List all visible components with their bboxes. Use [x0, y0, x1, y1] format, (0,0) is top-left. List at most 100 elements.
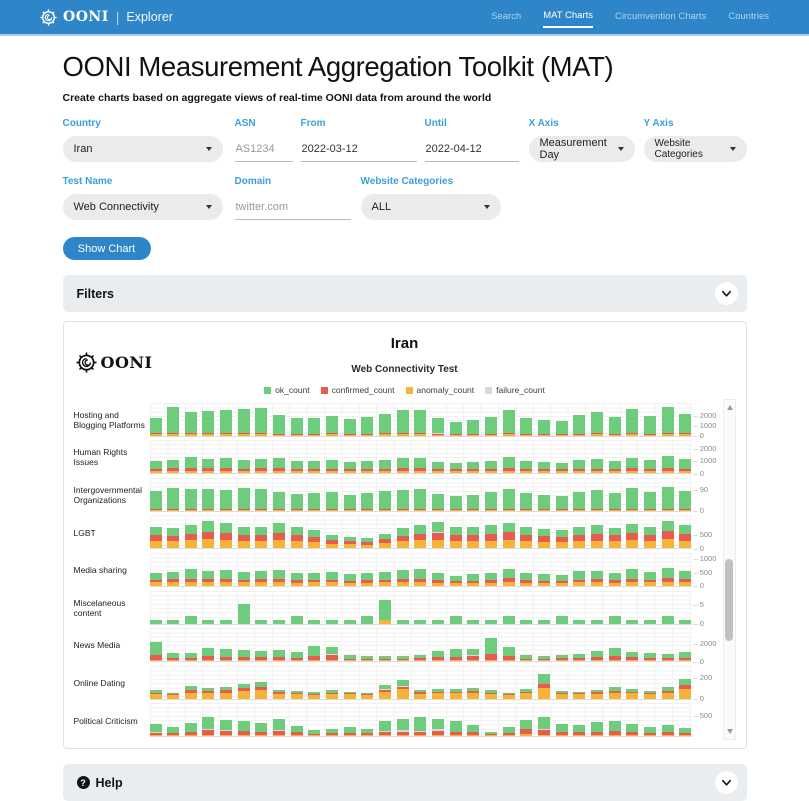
stacked-bar[interactable]	[644, 653, 656, 661]
stacked-bar[interactable]	[273, 570, 285, 586]
stacked-bar[interactable]	[308, 461, 320, 474]
website-categories-select[interactable]: ALL	[361, 194, 501, 220]
stacked-bar[interactable]	[238, 488, 250, 510]
stacked-bar[interactable]	[344, 462, 356, 473]
stacked-bar[interactable]	[202, 620, 214, 624]
stacked-bar[interactable]	[414, 458, 426, 473]
stacked-bar[interactable]	[591, 490, 603, 510]
stacked-bar[interactable]	[238, 527, 250, 549]
stacked-bar[interactable]	[326, 690, 338, 698]
stacked-bar[interactable]	[626, 569, 638, 586]
stacked-bar[interactable]	[591, 525, 603, 548]
stacked-bar[interactable]	[679, 525, 691, 548]
chart-row-plot[interactable]	[150, 478, 692, 512]
stacked-bar[interactable]	[273, 719, 285, 737]
stacked-bar[interactable]	[432, 689, 444, 699]
stacked-bar[interactable]	[538, 529, 550, 548]
help-collapse-header[interactable]: ? Help	[63, 764, 747, 801]
stacked-bar[interactable]	[485, 620, 497, 624]
stacked-bar[interactable]	[573, 725, 585, 737]
stacked-bar[interactable]	[202, 411, 214, 435]
stacked-bar[interactable]	[538, 717, 550, 736]
stacked-bar[interactable]	[644, 492, 656, 510]
stacked-bar[interactable]	[485, 461, 497, 473]
stacked-bar[interactable]	[626, 524, 638, 548]
stacked-bar[interactable]	[414, 569, 426, 586]
stacked-bar[interactable]	[379, 534, 391, 549]
stacked-bar[interactable]	[167, 572, 179, 586]
stacked-bar[interactable]	[150, 724, 162, 736]
stacked-bar[interactable]	[167, 528, 179, 548]
stacked-bar[interactable]	[485, 732, 497, 737]
y-axis-select[interactable]: Website Categories	[644, 136, 747, 162]
stacked-bar[interactable]	[644, 727, 656, 736]
stacked-bar[interactable]	[503, 727, 515, 736]
stacked-bar[interactable]	[609, 493, 621, 510]
stacked-bar[interactable]	[414, 717, 426, 736]
stacked-bar[interactable]	[573, 415, 585, 436]
stacked-bar[interactable]	[185, 723, 197, 736]
stacked-bar[interactable]	[432, 719, 444, 736]
scroll-up-arrow-icon[interactable]	[727, 405, 733, 410]
stacked-bar[interactable]	[520, 573, 532, 586]
stacked-bar[interactable]	[255, 527, 267, 548]
stacked-bar[interactable]	[467, 620, 479, 624]
stacked-bar[interactable]	[609, 648, 621, 661]
stacked-bar[interactable]	[432, 494, 444, 511]
stacked-bar[interactable]	[573, 654, 585, 661]
stacked-bar[interactable]	[538, 620, 550, 624]
stacked-bar[interactable]	[344, 574, 356, 586]
stacked-bar[interactable]	[662, 456, 674, 473]
stacked-bar[interactable]	[450, 527, 462, 548]
chart-row-plot[interactable]	[150, 403, 692, 437]
stacked-bar[interactable]	[609, 461, 621, 473]
stacked-bar[interactable]	[291, 461, 303, 473]
asn-input[interactable]	[235, 136, 293, 162]
stacked-bar[interactable]	[662, 407, 674, 435]
stacked-bar[interactable]	[573, 460, 585, 473]
stacked-bar[interactable]	[520, 689, 532, 699]
stacked-bar[interactable]	[238, 572, 250, 586]
stacked-bar[interactable]	[308, 646, 320, 661]
stacked-bar[interactable]	[520, 655, 532, 661]
stacked-bar[interactable]	[167, 653, 179, 661]
stacked-bar[interactable]	[591, 459, 603, 473]
stacked-bar[interactable]	[202, 648, 214, 662]
stacked-bar[interactable]	[185, 569, 197, 586]
stacked-bar[interactable]	[255, 723, 267, 736]
stacked-bar[interactable]	[503, 693, 515, 699]
stacked-bar[interactable]	[202, 489, 214, 511]
stacked-bar[interactable]	[361, 729, 373, 737]
stacked-bar[interactable]	[432, 522, 444, 548]
stacked-bar[interactable]	[432, 573, 444, 586]
stacked-bar[interactable]	[167, 693, 179, 699]
stacked-bar[interactable]	[185, 686, 197, 699]
stacked-bar[interactable]	[326, 647, 338, 661]
stacked-bar[interactable]	[361, 616, 373, 624]
stacked-bar[interactable]	[485, 573, 497, 586]
stacked-bar[interactable]	[591, 651, 603, 661]
stacked-bar[interactable]	[556, 691, 568, 699]
stacked-bar[interactable]	[503, 410, 515, 435]
stacked-bar[interactable]	[185, 489, 197, 510]
stacked-bar[interactable]	[202, 521, 214, 548]
stacked-bar[interactable]	[220, 490, 232, 511]
stacked-bar[interactable]	[308, 493, 320, 511]
stacked-bar[interactable]	[326, 460, 338, 473]
stacked-bar[interactable]	[291, 573, 303, 586]
stacked-bar[interactable]	[202, 459, 214, 474]
stacked-bar[interactable]	[503, 647, 515, 661]
stacked-bar[interactable]	[414, 489, 426, 511]
chart-row-plot[interactable]	[150, 666, 692, 700]
stacked-bar[interactable]	[361, 461, 373, 473]
stacked-bar[interactable]	[556, 463, 568, 473]
stacked-bar[interactable]	[432, 418, 444, 436]
stacked-bar[interactable]	[679, 679, 691, 699]
chart-row-plot[interactable]	[150, 440, 692, 474]
stacked-bar[interactable]	[591, 620, 603, 624]
stacked-bar[interactable]	[361, 538, 373, 549]
stacked-bar[interactable]	[238, 650, 250, 661]
stacked-bar[interactable]	[238, 409, 250, 436]
stacked-bar[interactable]	[273, 523, 285, 548]
stacked-bar[interactable]	[626, 724, 638, 736]
